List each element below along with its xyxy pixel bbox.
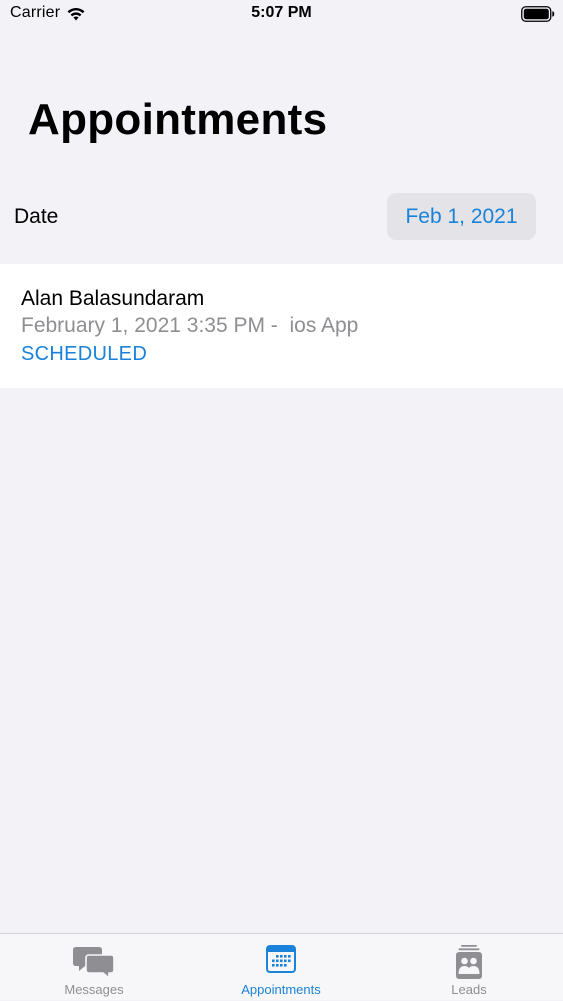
tab-appointments-label: Appointments: [241, 982, 321, 997]
tab-messages[interactable]: Messages: [34, 934, 154, 1001]
clock: 5:07 PM: [251, 4, 312, 21]
tab-bar: Messages Appointments Leads: [0, 933, 563, 1000]
appointment-details: February 1, 2021 3:35 PM - ios App: [21, 314, 359, 337]
battery-full-icon: [521, 6, 555, 22]
appointment-client-name: Alan Balasundaram: [21, 287, 205, 310]
contacts-card-icon: [455, 945, 483, 979]
date-label: Date: [14, 205, 59, 228]
date-filter-row: Date Feb 1, 2021: [0, 193, 563, 241]
page-title: Appointments: [28, 95, 328, 144]
calendar-icon: [266, 945, 296, 973]
tab-leads[interactable]: Leads: [409, 934, 529, 1001]
status-badge: SCHEDULED: [21, 343, 148, 365]
date-picker-button[interactable]: Feb 1, 2021: [387, 193, 536, 240]
tab-messages-label: Messages: [64, 982, 124, 997]
tab-leads-label: Leads: [451, 982, 487, 997]
chat-bubbles-icon: [73, 945, 115, 979]
status-bar: Carrier 5:07 PM: [0, 0, 563, 30]
tab-appointments[interactable]: Appointments: [221, 934, 341, 1001]
